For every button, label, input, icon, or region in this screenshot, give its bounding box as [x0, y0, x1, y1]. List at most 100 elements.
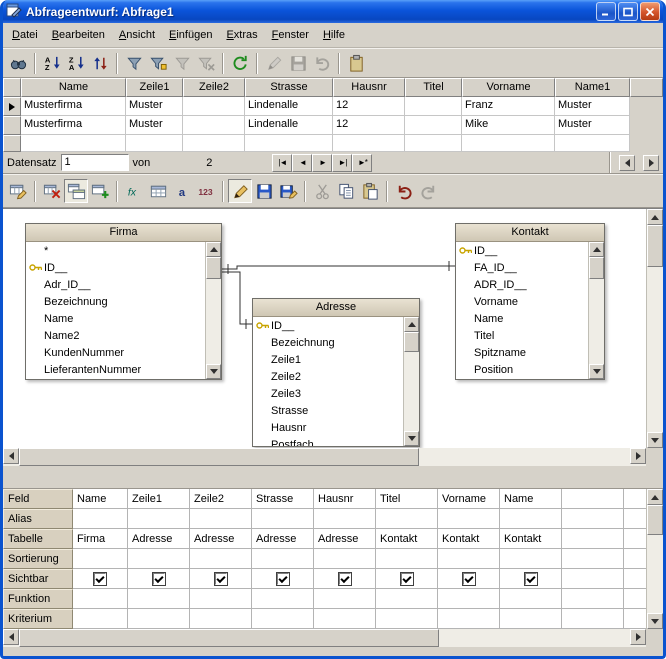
query-cell-empty[interactable]: [624, 589, 646, 609]
scroll-track[interactable]: [647, 535, 663, 613]
table-scrollbar[interactable]: [403, 317, 419, 446]
table-field[interactable]: Bezeichnung: [26, 293, 205, 310]
table-field[interactable]: Zeile2: [253, 368, 403, 385]
scroll-thumb[interactable]: [647, 505, 663, 535]
result-cell[interactable]: [555, 135, 630, 152]
query-cell-empty[interactable]: [624, 509, 646, 529]
result-cell[interactable]: [405, 97, 462, 116]
table-field[interactable]: Name2: [26, 327, 205, 344]
result-cell[interactable]: Musterfirma: [21, 116, 126, 135]
query-cell-sortierung[interactable]: [500, 549, 562, 569]
query-cell-feld[interactable]: Name: [500, 489, 562, 509]
column-header-name1[interactable]: Name1: [555, 78, 630, 97]
column-header-zeile1[interactable]: Zeile1: [126, 78, 183, 97]
sichtbar-checkbox[interactable]: [401, 573, 413, 585]
query-cell-empty[interactable]: [562, 529, 624, 549]
menu-datei[interactable]: Datei: [5, 26, 45, 44]
scroll-track[interactable]: [206, 279, 221, 364]
close-button[interactable]: [640, 2, 660, 21]
query-cell-sortierung[interactable]: [252, 549, 314, 569]
table-name-icon[interactable]: [146, 179, 170, 203]
scroll-track[interactable]: [439, 629, 630, 647]
sichtbar-checkbox[interactable]: [463, 573, 475, 585]
row-selector[interactable]: [3, 116, 21, 135]
table-scrollbar[interactable]: [588, 242, 604, 379]
table-caption[interactable]: Firma: [26, 224, 221, 242]
undo-icon[interactable]: [392, 179, 416, 203]
row-selector[interactable]: [3, 135, 21, 152]
maximize-button[interactable]: [618, 2, 638, 21]
title-bar[interactable]: Abfrageentwurf: Abfrage1: [3, 0, 663, 23]
column-header-zeile2[interactable]: Zeile2: [183, 78, 245, 97]
table-field[interactable]: KundenNummer: [26, 344, 205, 361]
result-cell[interactable]: Muster: [555, 97, 630, 116]
first-record-button[interactable]: |◄: [272, 154, 292, 172]
scroll-thumb[interactable]: [404, 332, 419, 352]
scroll-up-icon[interactable]: [404, 317, 419, 332]
column-header-hausnr[interactable]: Hausnr: [333, 78, 405, 97]
sort-dialog-icon[interactable]: [88, 51, 112, 75]
query-cell-funktion[interactable]: [128, 589, 190, 609]
functions-icon[interactable]: fx: [122, 179, 146, 203]
query-cell-alias[interactable]: [73, 509, 128, 529]
scroll-down-icon[interactable]: [647, 613, 663, 629]
table-field-primary-key[interactable]: ID__: [26, 259, 205, 276]
sichtbar-checkbox[interactable]: [153, 573, 165, 585]
result-cell[interactable]: 12: [333, 97, 405, 116]
query-cell-funktion[interactable]: [314, 589, 376, 609]
grid-horizontal-scrollbar[interactable]: [619, 155, 659, 171]
query-cell-kriterium[interactable]: [500, 609, 562, 629]
result-cell[interactable]: [126, 135, 183, 152]
data-to-clipboard-icon[interactable]: [344, 51, 368, 75]
menu-hilfe[interactable]: Hilfe: [316, 26, 352, 44]
result-cell[interactable]: 12: [333, 116, 405, 135]
query-cell-kriterium[interactable]: [190, 609, 252, 629]
result-cell[interactable]: Muster: [126, 97, 183, 116]
query-cell-sortierung[interactable]: [314, 549, 376, 569]
menu-fenster[interactable]: Fenster: [265, 26, 316, 44]
result-cell[interactable]: Musterfirma: [21, 97, 126, 116]
record-number-input[interactable]: 1: [61, 154, 129, 171]
query-cell-sortierung[interactable]: [73, 549, 128, 569]
scroll-thumb[interactable]: [19, 448, 419, 466]
table-field[interactable]: Name: [26, 310, 205, 327]
sichtbar-checkbox[interactable]: [525, 573, 537, 585]
query-cell-kriterium[interactable]: [128, 609, 190, 629]
next-record-button[interactable]: ►: [312, 154, 332, 172]
query-cell-alias[interactable]: [128, 509, 190, 529]
paste-icon[interactable]: [358, 179, 382, 203]
scroll-left-icon[interactable]: [3, 629, 19, 645]
scroll-thumb[interactable]: [206, 257, 221, 279]
design-horizontal-scrollbar[interactable]: [3, 448, 663, 466]
query-cell-tabelle[interactable]: Kontakt: [376, 529, 438, 549]
scroll-left-icon[interactable]: [3, 448, 19, 464]
menu-ansicht[interactable]: Ansicht: [112, 26, 162, 44]
scroll-down-icon[interactable]: [589, 364, 604, 379]
query-cell-kriterium[interactable]: [376, 609, 438, 629]
query-cell-kriterium[interactable]: [73, 609, 128, 629]
design-vertical-scrollbar[interactable]: [646, 209, 663, 448]
query-cell-kriterium[interactable]: [438, 609, 500, 629]
query-cell-feld[interactable]: Name: [73, 489, 128, 509]
query-cell-funktion[interactable]: [500, 589, 562, 609]
query-cell-feld[interactable]: Hausnr: [314, 489, 376, 509]
query-cell-tabelle[interactable]: Kontakt: [438, 529, 500, 549]
table-scrollbar[interactable]: [205, 242, 221, 379]
query-cell-funktion[interactable]: [73, 589, 128, 609]
table-field[interactable]: FA_ID__: [456, 259, 588, 276]
query-cell-tabelle[interactable]: Firma: [73, 529, 128, 549]
column-header-strasse[interactable]: Strasse: [245, 78, 333, 97]
column-header-name[interactable]: Name: [21, 78, 126, 97]
result-cell[interactable]: Muster: [126, 116, 183, 135]
query-cell-sortierung[interactable]: [128, 549, 190, 569]
row-selector[interactable]: [3, 97, 21, 116]
query-cell-empty[interactable]: [562, 489, 624, 509]
scroll-thumb[interactable]: [589, 257, 604, 279]
table-caption[interactable]: Kontakt: [456, 224, 604, 242]
query-grid-horizontal-scrollbar[interactable]: [3, 629, 663, 647]
sichtbar-checkbox[interactable]: [94, 573, 106, 585]
sichtbar-checkbox[interactable]: [339, 573, 351, 585]
query-cell-sortierung[interactable]: [438, 549, 500, 569]
result-cell[interactable]: Mike: [462, 116, 555, 135]
minimize-button[interactable]: [596, 2, 616, 21]
